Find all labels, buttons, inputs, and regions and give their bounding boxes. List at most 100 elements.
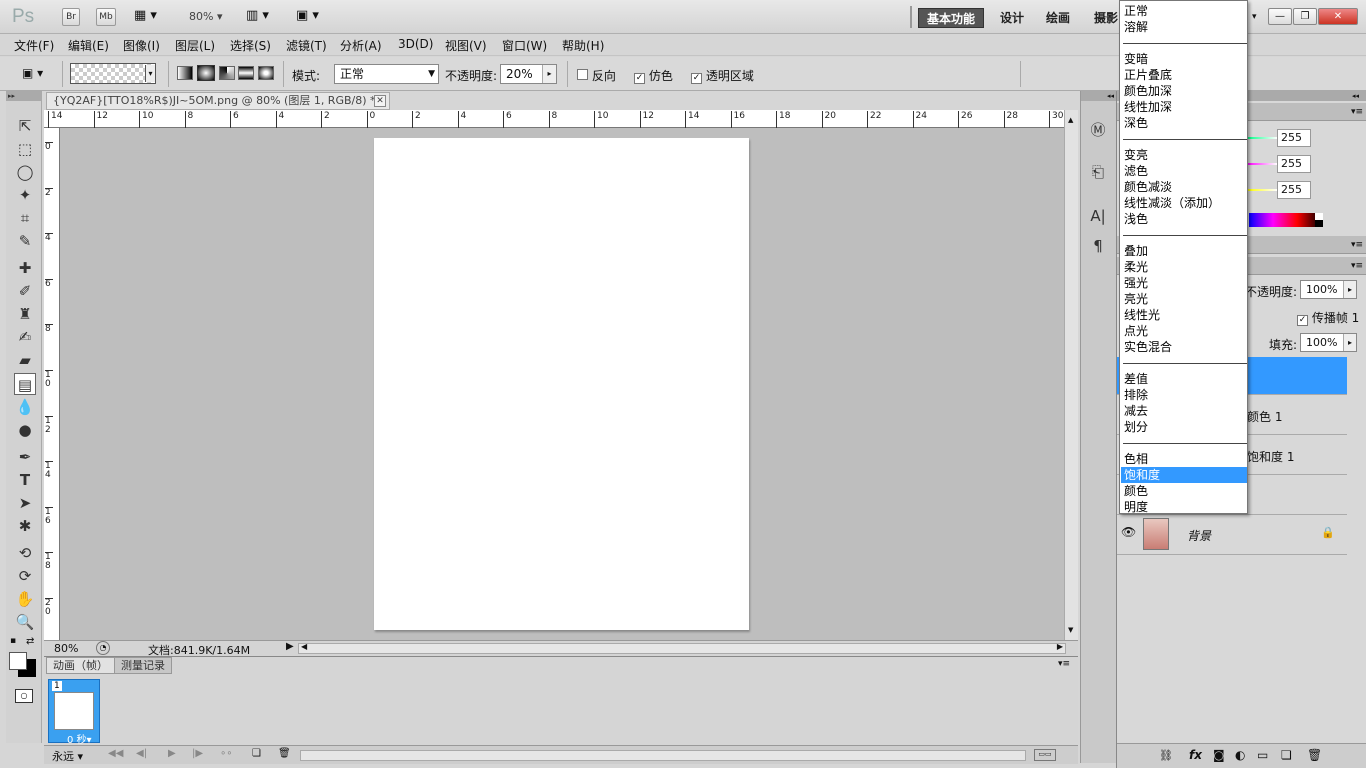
menu-view[interactable]: 视图(V) xyxy=(445,37,487,54)
gradient-tool-icon[interactable]: ▤ xyxy=(14,373,36,395)
minibridge-button[interactable]: Mb xyxy=(96,8,116,26)
clone-stamp-tool-icon[interactable]: ♜ xyxy=(14,303,36,325)
foreground-color-swatch[interactable] xyxy=(9,652,27,670)
blend-mode-option[interactable]: 实色混合 xyxy=(1121,339,1247,355)
red-slider-track[interactable] xyxy=(1247,137,1277,139)
status-zoom[interactable]: 80% xyxy=(54,642,78,655)
tool-preset-picker[interactable]: ▣ ▾ xyxy=(22,66,52,82)
chevron-down-icon[interactable]: ▾ xyxy=(145,65,155,82)
menu-filter[interactable]: 滤镜(T) xyxy=(286,37,327,54)
new-layer-icon[interactable]: ❏ xyxy=(1281,748,1292,762)
marquee-tool-icon[interactable]: ⬚ xyxy=(14,138,36,160)
eyedropper-tool-icon[interactable]: ✎ xyxy=(14,230,36,252)
history-panel-icon[interactable]: ⎗ xyxy=(1085,159,1111,185)
timeline-scrollbar[interactable] xyxy=(300,750,1026,761)
3d-orbit-tool-icon[interactable]: ⟳ xyxy=(14,565,36,587)
menu-window[interactable]: 窗口(W) xyxy=(502,37,547,54)
convert-timeline-icon[interactable]: ▭▭ xyxy=(1034,749,1056,761)
link-layers-icon[interactable]: ⛓ xyxy=(1159,749,1173,762)
minibridge-panel-icon[interactable]: Ⓜ xyxy=(1085,117,1111,143)
blend-mode-option[interactable]: 点光 xyxy=(1121,323,1247,339)
panel-menu-icon[interactable]: ▾≡ xyxy=(1351,240,1363,250)
paragraph-panel-icon[interactable]: ¶ xyxy=(1085,233,1111,259)
menu-file[interactable]: 文件(F) xyxy=(14,37,54,54)
blend-mode-option[interactable]: 溶解 xyxy=(1121,19,1247,35)
blue-slider-track[interactable] xyxy=(1247,189,1277,191)
blend-mode-option[interactable]: 变暗 xyxy=(1121,51,1247,67)
workspace-design[interactable]: 设计 xyxy=(1000,8,1024,28)
slider-arrow-icon[interactable]: ▸ xyxy=(1343,334,1356,351)
blue-value-field[interactable]: 255 xyxy=(1277,181,1311,199)
blend-mode-option[interactable]: 滤色 xyxy=(1121,163,1247,179)
reflected-gradient-icon[interactable] xyxy=(238,66,254,80)
checkbox[interactable] xyxy=(577,69,588,80)
blend-mode-option[interactable]: 叠加 xyxy=(1121,243,1247,259)
custom-shape-tool-icon[interactable]: ✱ xyxy=(14,515,36,537)
minimize-button[interactable]: — xyxy=(1268,8,1292,25)
default-colors-icon[interactable]: ▪ xyxy=(10,636,16,646)
blend-mode-option[interactable]: 亮光 xyxy=(1121,291,1247,307)
workspace-photo[interactable]: 摄影 xyxy=(1094,8,1118,28)
arrange-dropdown[interactable]: ▥ ▾ xyxy=(246,8,269,23)
scroll-right-icon[interactable]: ▶ xyxy=(1057,642,1063,651)
history-brush-tool-icon[interactable]: ✍ xyxy=(14,326,36,348)
menu-analysis[interactable]: 分析(A) xyxy=(340,37,382,54)
menu-image[interactable]: 图像(I) xyxy=(123,37,160,54)
linear-gradient-icon[interactable] xyxy=(177,66,193,80)
magic-wand-tool-icon[interactable]: ✦ xyxy=(14,184,36,206)
diamond-gradient-icon[interactable] xyxy=(258,66,274,80)
restore-button[interactable]: ❐ xyxy=(1293,8,1317,25)
blend-mode-option[interactable]: 饱和度 xyxy=(1121,467,1247,483)
color-ramp[interactable] xyxy=(1249,213,1321,227)
workspace-basic[interactable]: 基本功能 xyxy=(918,8,984,28)
bridge-button[interactable]: Br xyxy=(62,8,80,26)
fill-field[interactable]: 100% ▸ xyxy=(1300,333,1357,352)
mode-select[interactable]: 正常 ▼ xyxy=(334,64,439,84)
new-frame-icon[interactable]: ❏ xyxy=(252,748,261,759)
checkbox[interactable]: ✓ xyxy=(1297,315,1308,326)
blend-mode-option[interactable]: 线性光 xyxy=(1121,307,1247,323)
blend-mode-option[interactable]: 色相 xyxy=(1121,451,1247,467)
crop-tool-icon[interactable]: ⌗ xyxy=(14,207,36,229)
blend-mode-option[interactable]: 颜色 xyxy=(1121,483,1247,499)
brush-tool-icon[interactable]: ✐ xyxy=(14,280,36,302)
next-frame-icon[interactable]: |▶ xyxy=(192,748,203,759)
type-tool-icon[interactable]: T xyxy=(14,469,36,491)
opacity-field[interactable]: 20% ▸ xyxy=(500,64,557,84)
dither-checkbox[interactable]: ✓ 仿色 xyxy=(634,67,673,84)
layer-mask-icon[interactable]: ◙ xyxy=(1213,748,1225,762)
propagate-frame-checkbox[interactable]: ✓ 传播帧 1 xyxy=(1297,309,1359,326)
zoom-dropdown[interactable]: 80% ▾ xyxy=(189,10,222,23)
blend-mode-option[interactable]: 颜色加深 xyxy=(1121,83,1247,99)
angle-gradient-icon[interactable] xyxy=(219,66,235,80)
layer-style-icon[interactable]: fx xyxy=(1189,748,1202,762)
move-tool-icon[interactable]: ⇱ xyxy=(14,115,36,137)
blend-mode-option[interactable]: 划分 xyxy=(1121,419,1247,435)
blend-mode-option[interactable]: 差值 xyxy=(1121,371,1247,387)
gradient-picker[interactable] xyxy=(70,63,156,84)
extras-dropdown[interactable]: ▦ ▾ xyxy=(134,8,157,23)
new-group-icon[interactable]: ▭ xyxy=(1257,748,1268,762)
menu-edit[interactable]: 编辑(E) xyxy=(68,37,109,54)
green-slider-track[interactable] xyxy=(1247,163,1277,165)
panel-menu-icon[interactable]: ▾≡ xyxy=(1351,107,1363,117)
scroll-down-icon[interactable]: ▼ xyxy=(1068,626,1073,634)
color-ramp-bw[interactable] xyxy=(1315,213,1323,227)
collapse-icon[interactable]: ◂◂ xyxy=(1081,91,1117,101)
blend-mode-option[interactable]: 减去 xyxy=(1121,403,1247,419)
menu-3d[interactable]: 3D(D) xyxy=(398,37,433,51)
scroll-up-icon[interactable]: ▲ xyxy=(1068,116,1073,124)
status-info-icon[interactable]: ◔ xyxy=(96,641,110,655)
hand-tool-icon[interactable]: ✋ xyxy=(14,588,36,610)
close-tab-icon[interactable]: ✕ xyxy=(374,95,386,107)
blend-mode-option[interactable]: 变亮 xyxy=(1121,147,1247,163)
delete-layer-icon[interactable]: 🗑 xyxy=(1307,748,1322,762)
workspace-paint[interactable]: 绘画 xyxy=(1046,8,1070,28)
blend-mode-option[interactable]: 深色 xyxy=(1121,115,1247,131)
animation-frame[interactable]: 1 0 秒▾ xyxy=(48,679,100,746)
checkbox[interactable]: ✓ xyxy=(691,73,702,84)
path-selection-tool-icon[interactable]: ➤ xyxy=(14,492,36,514)
swap-colors-icon[interactable]: ⇄ xyxy=(26,636,34,647)
dodge-tool-icon[interactable]: ● xyxy=(14,419,36,441)
delete-frame-icon[interactable]: 🗑 xyxy=(278,748,291,759)
